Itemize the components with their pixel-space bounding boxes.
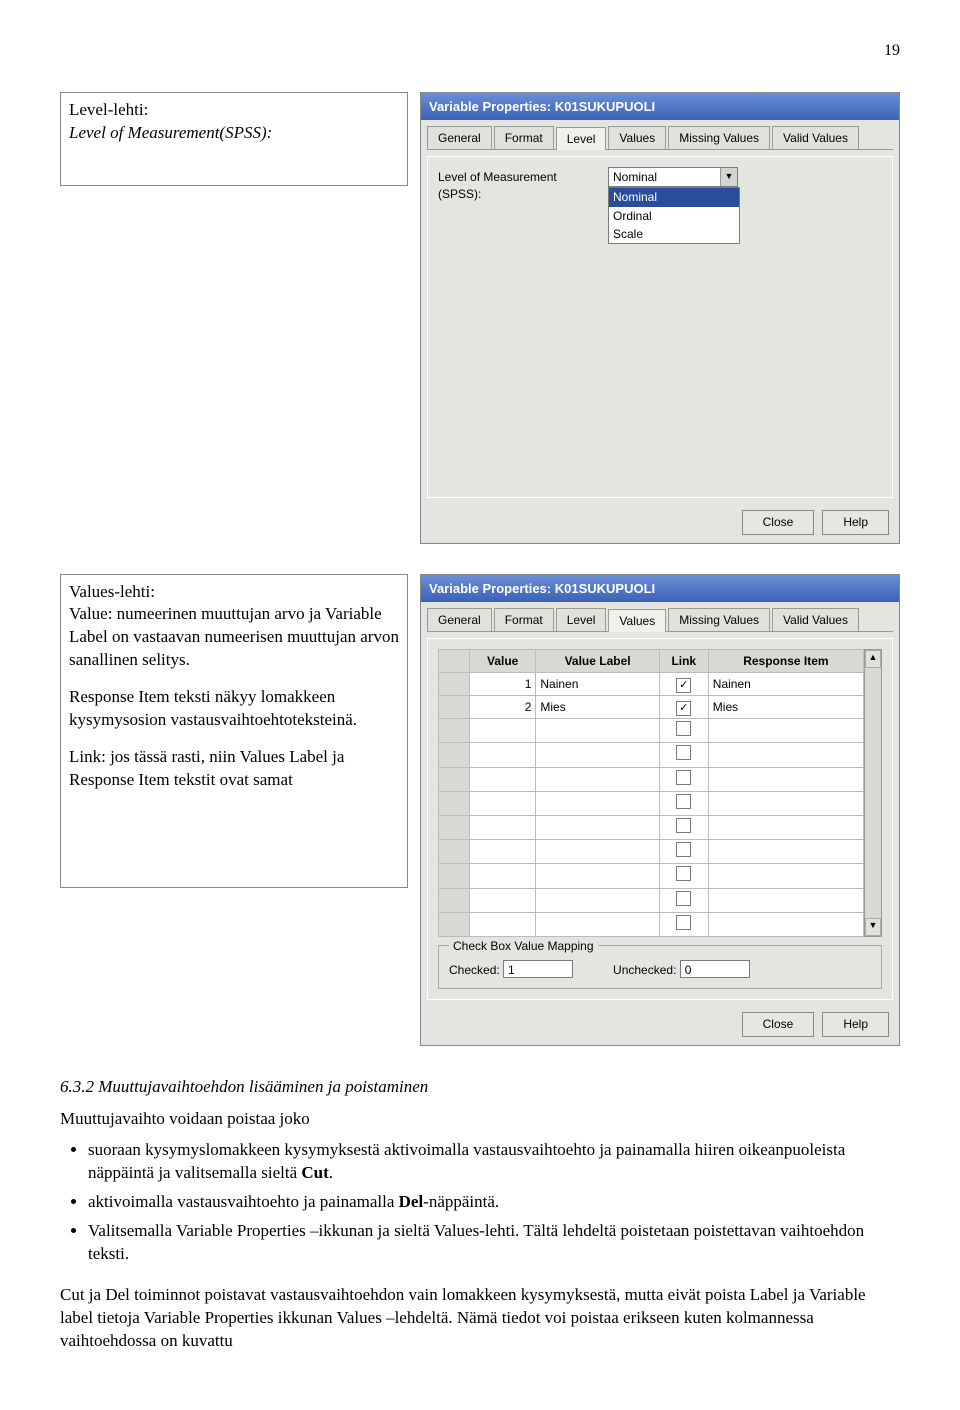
values-dialog-screenshot: Variable Properties: K01SUKUPUOLI Genera… [420, 574, 900, 1046]
level-heading: Level-lehti: [69, 99, 399, 122]
col-link[interactable]: Link [659, 650, 708, 673]
col-value[interactable]: Value [470, 650, 536, 673]
link-checkbox[interactable] [676, 842, 691, 857]
page-number: 19 [60, 40, 900, 62]
close-button[interactable]: Close [742, 1012, 815, 1036]
level-dropdown[interactable]: Nominal ▼ [608, 167, 738, 187]
dropdown-value: Nominal [609, 167, 720, 187]
tab-format[interactable]: Format [494, 126, 554, 149]
link-checkbox[interactable] [676, 721, 691, 736]
section-heading: 6.3.2 Muuttujavaihtoehdon lisääminen ja … [60, 1076, 900, 1099]
dialog-title: Variable Properties: K01SUKUPUOLI [421, 575, 899, 603]
unchecked-label: Unchecked: [613, 963, 676, 977]
link-checkbox[interactable] [676, 745, 691, 760]
values-p2: Response Item teksti näkyy lomakkeen kys… [69, 686, 399, 732]
list-item: Valitsemalla Variable Properties –ikkuna… [88, 1220, 900, 1266]
tabs-row: General Format Level Values Missing Valu… [427, 126, 893, 150]
checked-input[interactable]: 1 [503, 960, 573, 978]
link-checkbox[interactable] [676, 770, 691, 785]
tab-format[interactable]: Format [494, 608, 554, 631]
level-dialog-screenshot: Variable Properties: K01SUKUPUOLI Genera… [420, 92, 900, 544]
fieldset-legend: Check Box Value Mapping [449, 939, 598, 953]
table-row [439, 743, 864, 767]
level-field-label: Level of Measurement (SPSS): [438, 167, 598, 201]
row-values: Values-lehti: Value: numeerinen muuttuja… [60, 574, 900, 1046]
col-response[interactable]: Response Item [708, 650, 863, 673]
unchecked-input[interactable]: 0 [680, 960, 750, 978]
table-row [439, 791, 864, 815]
link-checkbox[interactable]: ✓ [676, 701, 691, 716]
table-row [439, 912, 864, 936]
section-lead: Muuttujavaihto voidaan poistaa joko [60, 1108, 900, 1131]
tab-level[interactable]: Level [556, 127, 607, 150]
link-checkbox[interactable] [676, 866, 691, 881]
level-text-box: Level-lehti: Level of Measurement(SPSS): [60, 92, 408, 186]
option-ordinal[interactable]: Ordinal [609, 207, 739, 225]
bottom-paragraph: Cut ja Del toiminnot poistavat vastausva… [60, 1284, 900, 1353]
vertical-scrollbar[interactable]: ▲ ▼ [864, 649, 882, 937]
table-row [439, 719, 864, 743]
table-row [439, 816, 864, 840]
row-level: Level-lehti: Level of Measurement(SPSS):… [60, 92, 900, 544]
tabs-row: General Format Level Values Missing Valu… [427, 608, 893, 632]
tab-general[interactable]: General [427, 608, 492, 631]
values-text-box: Values-lehti: Value: numeerinen muuttuja… [60, 574, 408, 888]
values-p1: Value: numeerinen muuttujan arvo ja Vari… [69, 603, 399, 672]
tab-missing-values[interactable]: Missing Values [668, 126, 770, 149]
tab-missing-values[interactable]: Missing Values [668, 608, 770, 631]
tab-values[interactable]: Values [608, 609, 666, 632]
values-p3: Link: jos tässä rasti, niin Values Label… [69, 746, 399, 792]
scroll-down-icon[interactable]: ▼ [865, 918, 881, 936]
values-grid[interactable]: Value Value Label Link Response Item 1 N… [438, 649, 864, 937]
option-scale[interactable]: Scale [609, 225, 739, 243]
table-row: 1 Nainen ✓ Nainen [439, 673, 864, 696]
close-button[interactable]: Close [742, 510, 815, 534]
link-checkbox[interactable] [676, 794, 691, 809]
col-value-label[interactable]: Value Label [536, 650, 659, 673]
table-row [439, 864, 864, 888]
list-item: suoraan kysymyslomakkeen kysymyksestä ak… [88, 1139, 900, 1185]
table-row [439, 840, 864, 864]
table-row [439, 767, 864, 791]
link-checkbox[interactable] [676, 891, 691, 906]
tab-valid-values[interactable]: Valid Values [772, 126, 859, 149]
option-nominal[interactable]: Nominal [609, 188, 739, 206]
link-checkbox[interactable] [676, 915, 691, 930]
help-button[interactable]: Help [822, 1012, 889, 1036]
values-heading: Values-lehti: [69, 581, 399, 604]
checkbox-mapping-fieldset: Check Box Value Mapping Checked: 1 Unche… [438, 945, 882, 989]
bullet-list: suoraan kysymyslomakkeen kysymyksestä ak… [70, 1139, 900, 1266]
tab-values[interactable]: Values [608, 126, 666, 149]
help-button[interactable]: Help [822, 510, 889, 534]
scroll-up-icon[interactable]: ▲ [865, 650, 881, 668]
chevron-down-icon[interactable]: ▼ [720, 168, 737, 186]
level-listbox[interactable]: Nominal Ordinal Scale [608, 187, 740, 244]
table-row: 2 Mies ✓ Mies [439, 696, 864, 719]
level-desc: Level of Measurement(SPSS): [69, 122, 399, 145]
dialog-title: Variable Properties: K01SUKUPUOLI [421, 93, 899, 121]
table-row [439, 888, 864, 912]
link-checkbox[interactable]: ✓ [676, 678, 691, 693]
tab-valid-values[interactable]: Valid Values [772, 608, 859, 631]
list-item: aktivoimalla vastausvaihtoehto ja painam… [88, 1191, 900, 1214]
link-checkbox[interactable] [676, 818, 691, 833]
checked-label: Checked: [449, 963, 500, 977]
tab-general[interactable]: General [427, 126, 492, 149]
tab-level[interactable]: Level [556, 608, 607, 631]
